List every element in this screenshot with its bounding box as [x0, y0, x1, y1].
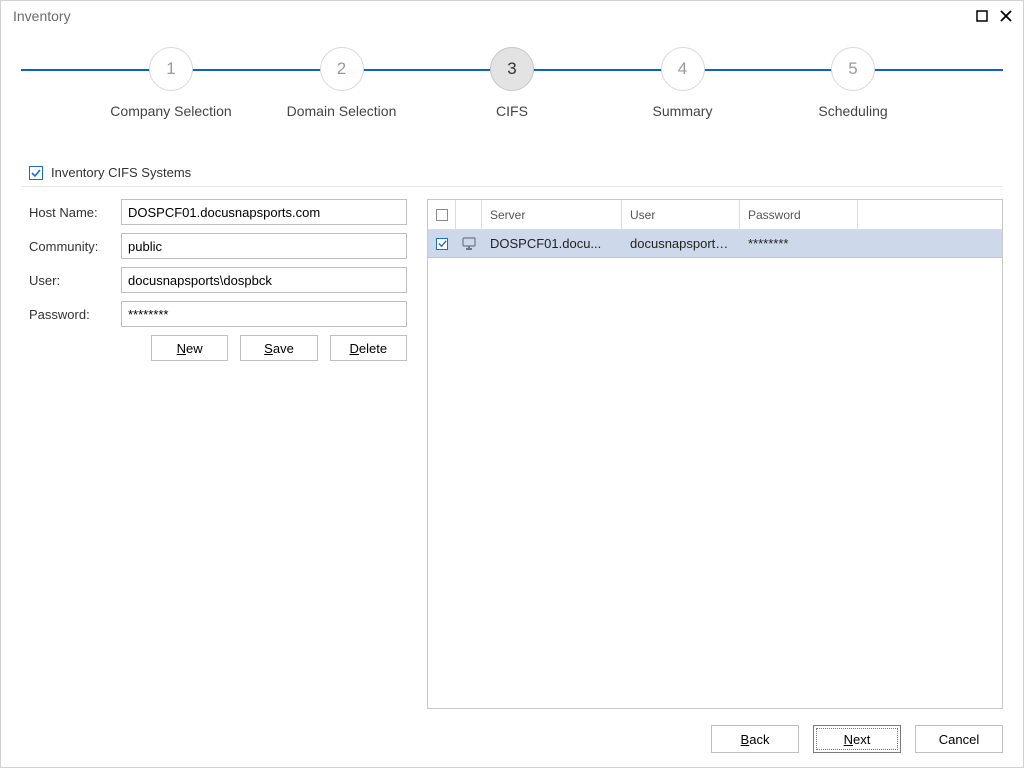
- step-summary[interactable]: 4 Summary: [613, 41, 753, 119]
- step-number: 5: [831, 47, 875, 91]
- password-label: Password:: [29, 307, 121, 322]
- server-icon: [461, 237, 477, 251]
- user-field[interactable]: [121, 267, 407, 293]
- cifs-form: Host Name: Community: User: Password: Ne…: [29, 199, 407, 709]
- step-label: Scheduling: [818, 103, 887, 119]
- step-domain-selection[interactable]: 2 Domain Selection: [272, 41, 412, 119]
- row-server: DOSPCF01.docu...: [482, 236, 622, 251]
- inventory-cifs-checkbox-label: Inventory CIFS Systems: [51, 165, 191, 180]
- step-number: 4: [661, 47, 705, 91]
- wizard-footer: Back Next Cancel: [711, 725, 1003, 753]
- header-icon-col: [456, 200, 482, 230]
- row-checkbox[interactable]: [436, 238, 448, 250]
- hostname-label: Host Name:: [29, 205, 121, 220]
- table-header: Server User Password: [428, 200, 1002, 230]
- step-number: 1: [149, 47, 193, 91]
- inventory-wizard-window: Inventory 1 Company Selection 2 Domain S…: [0, 0, 1024, 768]
- step-label: CIFS: [496, 103, 528, 119]
- next-button[interactable]: Next: [813, 725, 901, 753]
- header-spacer: [858, 200, 1002, 230]
- step-company-selection[interactable]: 1 Company Selection: [101, 41, 241, 119]
- cancel-button[interactable]: Cancel: [915, 725, 1003, 753]
- hostname-field[interactable]: [121, 199, 407, 225]
- row-user: docusnapsports\...: [622, 236, 740, 251]
- new-button[interactable]: New: [151, 335, 228, 361]
- titlebar: Inventory: [1, 1, 1023, 31]
- cifs-systems-table: Server User Password: [427, 199, 1003, 709]
- header-server[interactable]: Server: [482, 200, 622, 230]
- user-label: User:: [29, 273, 121, 288]
- password-field[interactable]: [121, 301, 407, 327]
- header-user[interactable]: User: [622, 200, 740, 230]
- back-button[interactable]: Back: [711, 725, 799, 753]
- delete-button[interactable]: Delete: [330, 335, 407, 361]
- wizard-steps: 1 Company Selection 2 Domain Selection 3…: [21, 41, 1003, 151]
- step-number: 3: [490, 47, 534, 91]
- section-divider: [21, 186, 1003, 187]
- inventory-cifs-checkbox[interactable]: [29, 166, 43, 180]
- step-cifs[interactable]: 3 CIFS: [442, 41, 582, 119]
- step-label: Domain Selection: [287, 103, 397, 119]
- community-label: Community:: [29, 239, 121, 254]
- inventory-cifs-checkbox-row: Inventory CIFS Systems: [29, 165, 995, 180]
- step-number: 2: [320, 47, 364, 91]
- header-checkbox-col[interactable]: [428, 200, 456, 230]
- step-label: Company Selection: [110, 103, 231, 119]
- step-scheduling[interactable]: 5 Scheduling: [783, 41, 923, 119]
- step-label: Summary: [653, 103, 713, 119]
- community-field[interactable]: [121, 233, 407, 259]
- save-button[interactable]: Save: [240, 335, 317, 361]
- header-password[interactable]: Password: [740, 200, 858, 230]
- close-icon[interactable]: [997, 7, 1015, 25]
- table-row[interactable]: DOSPCF01.docu... docusnapsports\... ****…: [428, 230, 1002, 258]
- row-password: ********: [740, 236, 858, 251]
- window-title: Inventory: [13, 8, 71, 24]
- maximize-icon[interactable]: [973, 7, 991, 25]
